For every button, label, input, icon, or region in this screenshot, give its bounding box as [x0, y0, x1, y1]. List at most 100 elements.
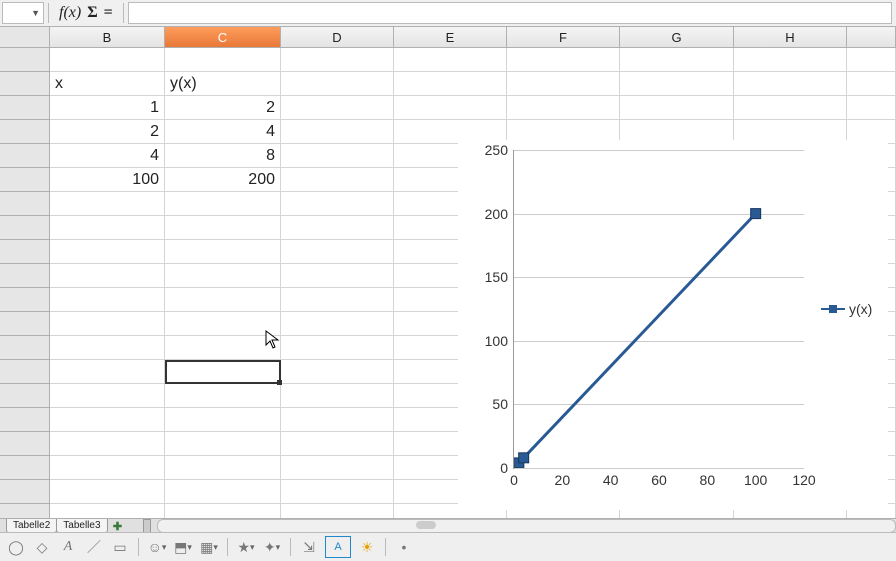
- cell[interactable]: 4: [50, 144, 165, 168]
- row-header[interactable]: [0, 216, 50, 240]
- cell[interactable]: [165, 408, 281, 432]
- cell[interactable]: [394, 72, 507, 96]
- row-header[interactable]: [0, 480, 50, 504]
- cell[interactable]: [50, 480, 165, 504]
- function-wizard-icon[interactable]: f(x): [59, 4, 81, 22]
- cell[interactable]: 8: [165, 144, 281, 168]
- cell[interactable]: [394, 96, 507, 120]
- cell[interactable]: 2: [165, 96, 281, 120]
- row-header[interactable]: [0, 432, 50, 456]
- row-header[interactable]: [0, 72, 50, 96]
- row-header[interactable]: [0, 240, 50, 264]
- basic-shapes-icon[interactable]: ⬒: [173, 537, 193, 557]
- cell[interactable]: [734, 48, 847, 72]
- shape-tool-icon[interactable]: ◇: [32, 537, 52, 557]
- cell[interactable]: [50, 48, 165, 72]
- horizontal-scrollbar[interactable]: [157, 519, 896, 533]
- smiley-tool-icon[interactable]: ☺: [147, 537, 167, 557]
- row-header[interactable]: [0, 312, 50, 336]
- row-header[interactable]: [0, 456, 50, 480]
- symbol-shapes-icon[interactable]: ▦: [199, 537, 219, 557]
- cell[interactable]: [165, 312, 281, 336]
- extrusion-icon[interactable]: ☀: [357, 537, 377, 557]
- cell[interactable]: [507, 48, 620, 72]
- cell[interactable]: [847, 96, 896, 120]
- row-header[interactable]: [0, 336, 50, 360]
- column-header-end[interactable]: [847, 27, 896, 47]
- column-header-E[interactable]: E: [394, 27, 507, 47]
- cell[interactable]: [281, 192, 394, 216]
- cell[interactable]: [620, 96, 734, 120]
- equals-icon[interactable]: =: [104, 4, 113, 22]
- fill-handle[interactable]: [277, 380, 282, 385]
- cell[interactable]: 2: [50, 120, 165, 144]
- cell[interactable]: [281, 408, 394, 432]
- cell[interactable]: [507, 72, 620, 96]
- cell[interactable]: [847, 48, 896, 72]
- cell[interactable]: y(x): [165, 72, 281, 96]
- cell[interactable]: [50, 408, 165, 432]
- cell[interactable]: [165, 48, 281, 72]
- row-header[interactable]: [0, 288, 50, 312]
- cell[interactable]: [507, 96, 620, 120]
- row-header[interactable]: [0, 384, 50, 408]
- chart-object[interactable]: 050100150200250020406080100120y(x): [458, 140, 888, 510]
- cell[interactable]: 4: [165, 120, 281, 144]
- name-box[interactable]: ▼: [2, 2, 44, 24]
- fontwork-icon[interactable]: A: [325, 536, 351, 558]
- cell[interactable]: [281, 480, 394, 504]
- row-header[interactable]: [0, 360, 50, 384]
- cell[interactable]: [281, 168, 394, 192]
- row-header[interactable]: [0, 96, 50, 120]
- row-header[interactable]: [0, 408, 50, 432]
- column-header-D[interactable]: D: [281, 27, 394, 47]
- callout-tool-icon[interactable]: ✦: [262, 537, 282, 557]
- row-header[interactable]: [0, 48, 50, 72]
- cell[interactable]: 200: [165, 168, 281, 192]
- cell[interactable]: [281, 432, 394, 456]
- cell[interactable]: [165, 336, 281, 360]
- cell[interactable]: [50, 312, 165, 336]
- cell[interactable]: [734, 96, 847, 120]
- cell[interactable]: [281, 96, 394, 120]
- row-header[interactable]: [0, 264, 50, 288]
- cell[interactable]: [281, 312, 394, 336]
- cell[interactable]: [281, 120, 394, 144]
- column-header-C[interactable]: C: [165, 27, 281, 47]
- cell[interactable]: [165, 264, 281, 288]
- cell[interactable]: [281, 216, 394, 240]
- cell[interactable]: [165, 192, 281, 216]
- sheet-tab[interactable]: Tabelle2: [6, 519, 57, 533]
- row-header[interactable]: [0, 120, 50, 144]
- cell[interactable]: [734, 72, 847, 96]
- cell[interactable]: [394, 48, 507, 72]
- cell[interactable]: [165, 288, 281, 312]
- sum-icon[interactable]: Σ: [87, 4, 97, 22]
- cell[interactable]: [281, 456, 394, 480]
- cell[interactable]: [165, 360, 281, 384]
- column-header-H[interactable]: H: [734, 27, 847, 47]
- spreadsheet-grid[interactable]: xy(x)122448100200 0501001502002500204060…: [0, 48, 896, 521]
- cell[interactable]: [50, 336, 165, 360]
- cell[interactable]: [50, 456, 165, 480]
- formula-input[interactable]: [128, 2, 892, 24]
- tab-splitter[interactable]: [143, 519, 151, 533]
- cell[interactable]: [165, 432, 281, 456]
- cell[interactable]: [281, 264, 394, 288]
- rect-tool-icon[interactable]: ▭: [110, 537, 130, 557]
- cell[interactable]: [620, 48, 734, 72]
- cell[interactable]: [50, 384, 165, 408]
- cell[interactable]: [50, 216, 165, 240]
- cell[interactable]: [165, 216, 281, 240]
- cell[interactable]: [165, 240, 281, 264]
- column-header-B[interactable]: B: [50, 27, 165, 47]
- cell[interactable]: 1: [50, 96, 165, 120]
- cell[interactable]: [281, 72, 394, 96]
- sheet-tab[interactable]: Tabelle3: [56, 519, 107, 533]
- cell[interactable]: [165, 456, 281, 480]
- cell[interactable]: [50, 192, 165, 216]
- column-header-F[interactable]: F: [507, 27, 620, 47]
- cell[interactable]: [50, 240, 165, 264]
- cell[interactable]: [847, 72, 896, 96]
- row-header[interactable]: [0, 192, 50, 216]
